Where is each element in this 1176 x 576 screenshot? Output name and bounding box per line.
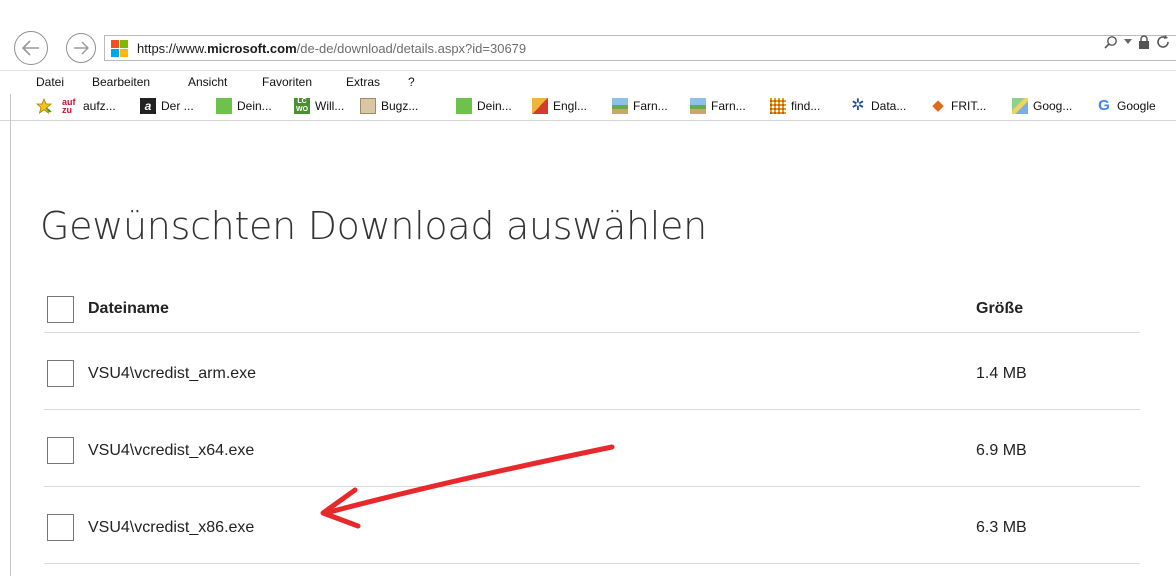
- arrow-left-icon: [22, 40, 39, 56]
- favorite-item[interactable]: Farn...: [612, 98, 668, 114]
- file-name: VSU4\vcredist_x64.exe: [88, 442, 255, 459]
- address-bar[interactable]: https://www.microsoft.com/de-de/download…: [104, 35, 1176, 61]
- favorite-label: Google: [1117, 99, 1156, 113]
- table-row[interactable]: VSU4\vcredist_arm.exe 1.4 MB: [44, 333, 1140, 410]
- file-checkbox[interactable]: [47, 514, 74, 541]
- google-g-icon: G: [1098, 97, 1110, 114]
- favorites-star-icon: [36, 98, 52, 114]
- browser-chrome: https://www.microsoft.com/de-de/download…: [0, 0, 1176, 136]
- favorite-label: Dein...: [237, 99, 272, 113]
- letter-a-icon: a: [140, 98, 156, 114]
- url-prefix: https://www.: [137, 41, 208, 56]
- favorite-label: Farn...: [633, 99, 668, 113]
- favorite-label: FRIT...: [951, 99, 987, 113]
- favorite-label: aufz...: [83, 99, 116, 113]
- address-row: https://www.microsoft.com/de-de/download…: [0, 30, 1176, 65]
- favorite-label: Data...: [871, 99, 907, 113]
- favorite-label: Goog...: [1033, 99, 1073, 113]
- favorites-bar: auf zu aufz... a Der ... Dein... LC WO Wil…: [0, 92, 1176, 121]
- file-size: 6.9 MB: [976, 442, 1027, 459]
- url-path: /de-de/download/details.aspx?id=30679: [296, 41, 527, 56]
- menu-bar: Datei Bearbeiten Ansicht Favoriten Extra…: [0, 70, 1176, 93]
- file-checkbox[interactable]: [47, 360, 74, 387]
- favorite-item[interactable]: Goog...: [1012, 98, 1072, 114]
- favorite-item[interactable]: G Google: [1096, 98, 1156, 114]
- maps-icon: [1012, 98, 1028, 114]
- forward-button[interactable]: [66, 33, 96, 63]
- favorites-star-button[interactable]: [36, 98, 57, 114]
- favorite-item[interactable]: Dein...: [456, 98, 512, 114]
- file-size: 6.3 MB: [976, 519, 1027, 536]
- arrow-right-icon: [74, 41, 89, 55]
- address-icons: [1104, 35, 1170, 49]
- search-icon[interactable]: [1104, 35, 1118, 49]
- file-name: VSU4\vcredist_arm.exe: [88, 365, 257, 382]
- diamond-icon: ◆: [932, 97, 944, 114]
- favorite-item[interactable]: Engl...: [532, 98, 587, 114]
- menu-extras[interactable]: Extras: [346, 75, 380, 89]
- url-text: https://www.microsoft.com/de-de/download…: [137, 41, 526, 56]
- favorite-item[interactable]: ✲ Data...: [850, 98, 906, 114]
- lcwo-icon: LC WO: [294, 98, 310, 114]
- dictionary-icon: [532, 98, 548, 114]
- favorite-item[interactable]: Farn...: [690, 98, 746, 114]
- favorite-label: Dein...: [477, 99, 512, 113]
- refresh-icon[interactable]: [1156, 35, 1170, 49]
- grid-icon: [770, 98, 786, 114]
- table-row[interactable]: VSU4\vcredist_x86.exe 6.3 MB: [44, 487, 1140, 564]
- download-table: Dateiname Größe VSU4\vcredist_arm.exe 1.…: [44, 284, 1140, 564]
- favorite-label: Farn...: [711, 99, 746, 113]
- menu-favoriten[interactable]: Favoriten: [262, 75, 312, 89]
- file-checkbox[interactable]: [47, 437, 74, 464]
- favorite-item[interactable]: ◆ FRIT...: [930, 98, 986, 114]
- landscape-icon: [690, 98, 706, 114]
- lock-icon[interactable]: [1138, 35, 1150, 49]
- page-title: Gewünschten Download auswählen: [40, 204, 707, 248]
- gear-icon: ✲: [851, 97, 865, 114]
- favorite-item[interactable]: Bugz...: [360, 98, 418, 114]
- menu-bearbeiten[interactable]: Bearbeiten: [92, 75, 150, 89]
- favorite-label: Der ...: [161, 99, 194, 113]
- column-header-size: Größe: [976, 300, 1024, 317]
- table-header: Dateiname Größe: [44, 284, 1140, 333]
- column-header-name: Dateiname: [88, 300, 169, 317]
- favorite-item[interactable]: find...: [770, 98, 820, 114]
- dropdown-icon[interactable]: [1124, 39, 1132, 45]
- microsoft-logo-icon: [111, 40, 128, 57]
- favorite-label: Will...: [315, 99, 345, 113]
- green-square-icon: [216, 98, 232, 114]
- favorite-label: Engl...: [553, 99, 588, 113]
- select-all-checkbox[interactable]: [47, 296, 74, 323]
- back-button[interactable]: [14, 31, 48, 65]
- favorite-item[interactable]: a Der ...: [140, 98, 194, 114]
- menu-ansicht[interactable]: Ansicht: [188, 75, 227, 89]
- auf-zu-icon: auf zu: [62, 97, 76, 115]
- menu-datei[interactable]: Datei: [36, 75, 64, 89]
- favorite-label: find...: [791, 99, 821, 113]
- file-size: 1.4 MB: [976, 365, 1027, 382]
- favorite-item[interactable]: Dein...: [216, 98, 272, 114]
- favorite-label: Bugz...: [381, 99, 419, 113]
- url-domain: microsoft.com: [207, 41, 297, 56]
- file-name: VSU4\vcredist_x86.exe: [88, 519, 255, 536]
- favorite-item[interactable]: auf zu aufz...: [62, 97, 116, 115]
- favorite-item[interactable]: LC WO Will...: [294, 98, 344, 114]
- green-square-icon: [456, 98, 472, 114]
- window-border: [10, 94, 11, 576]
- landscape-icon: [612, 98, 628, 114]
- menu-help[interactable]: ?: [408, 75, 415, 89]
- bugzilla-icon: [360, 98, 376, 114]
- table-row[interactable]: VSU4\vcredist_x64.exe 6.9 MB: [44, 410, 1140, 487]
